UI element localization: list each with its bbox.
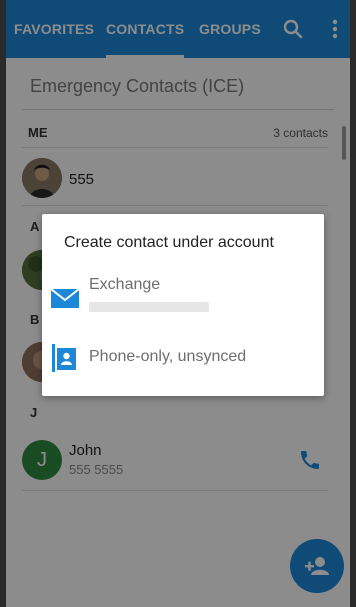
contact-card-icon (52, 344, 76, 372)
account-option-phone-only[interactable]: Phone-only, unsynced (42, 332, 324, 386)
account-picker-dialog: Create contact under account Exchange Ph… (42, 214, 324, 396)
account-email-redacted (89, 302, 209, 312)
account-option-exchange[interactable]: Exchange (42, 272, 324, 326)
email-icon (50, 286, 80, 310)
dialog-title: Create contact under account (64, 234, 274, 251)
option-label: Phone-only, unsynced (89, 348, 247, 365)
device-frame-right (350, 0, 356, 607)
device-frame-left (0, 0, 6, 607)
option-label: Exchange (89, 276, 161, 293)
